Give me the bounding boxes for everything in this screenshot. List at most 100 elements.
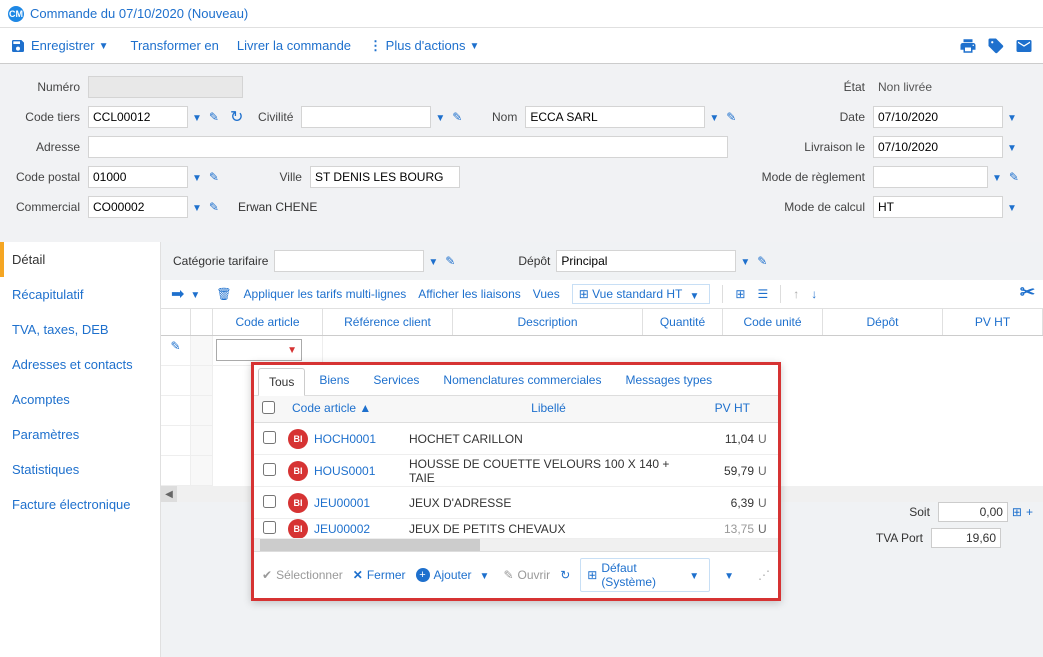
add-button[interactable]: +Ajouter▼ — [416, 568, 494, 582]
chevron-down-icon[interactable]: ▼ — [988, 173, 1006, 184]
refresh-icon[interactable]: ↻ — [560, 568, 570, 582]
chevron-down-icon[interactable]: ▼ — [188, 203, 206, 214]
close-button[interactable]: ✕Fermer — [353, 568, 406, 582]
mail-icon[interactable] — [1015, 37, 1033, 55]
print-icon[interactable] — [959, 37, 977, 55]
popup-tab-services[interactable]: Services — [363, 367, 429, 395]
nom-input[interactable] — [525, 106, 705, 128]
col-code-unite[interactable]: Code unité — [723, 309, 823, 335]
popup-col-libelle[interactable]: Libellé — [409, 396, 688, 422]
resize-handle-icon[interactable]: ⋰ — [758, 568, 770, 582]
pencil-icon[interactable]: ✎ — [206, 110, 222, 124]
commercial-input[interactable] — [88, 196, 188, 218]
row-edit-icon[interactable]: ✎ — [161, 336, 191, 366]
civilite-input[interactable] — [301, 106, 431, 128]
numero-input[interactable] — [88, 76, 243, 98]
cp-input[interactable] — [88, 166, 188, 188]
row-handle[interactable] — [191, 366, 213, 396]
chevron-down-icon[interactable]: ▼ — [720, 571, 738, 582]
list-icon[interactable]: ☰ — [757, 287, 768, 301]
view-default-button[interactable]: ⊞ Défaut (Système) ▼ — [580, 558, 710, 592]
livraison-input[interactable] — [873, 136, 1003, 158]
col-pv-ht[interactable]: PV HT — [943, 309, 1043, 335]
chevron-down-icon[interactable]: ▼ — [188, 113, 206, 124]
pencil-icon[interactable]: ✎ — [206, 170, 222, 184]
show-links-link[interactable]: Afficher les liaisons — [418, 287, 521, 301]
more-actions-button[interactable]: ⋮ Plus d'actions ▼ — [369, 38, 483, 54]
popup-row[interactable]: BIJEU00001JEUX D'ADRESSE6,39U — [254, 487, 778, 519]
row-handle[interactable] — [191, 456, 213, 486]
col-code-article[interactable]: Code article — [213, 309, 323, 335]
sidebar-item-facture[interactable]: Facture électronique — [0, 487, 160, 522]
save-button[interactable]: Enregistrer ▼ — [10, 38, 112, 54]
apply-tariffs-link[interactable]: Appliquer les tarifs multi-lignes — [244, 287, 407, 301]
arrow-down-icon[interactable]: ↓ — [811, 287, 817, 301]
pencil-icon[interactable]: ✎ — [754, 254, 770, 268]
adresse-input[interactable] — [88, 136, 728, 158]
sidebar-item-recap[interactable]: Récapitulatif — [0, 277, 160, 312]
chevron-down-icon[interactable]: ▼ — [736, 257, 754, 268]
open-button[interactable]: ✎Ouvrir — [503, 568, 550, 582]
row-handle[interactable] — [191, 336, 213, 366]
deliver-button[interactable]: Livrer la commande — [237, 38, 351, 53]
sidebar-item-stats[interactable]: Statistiques — [0, 452, 160, 487]
chevron-down-icon[interactable]: ▼ — [424, 257, 442, 268]
chevron-down-icon[interactable]: ▼ — [1003, 203, 1021, 214]
popup-tab-nomenclatures[interactable]: Nomenclatures commerciales — [433, 367, 611, 395]
sidebar-item-tva[interactable]: TVA, taxes, DEB — [0, 312, 160, 347]
row-handle[interactable] — [191, 396, 213, 426]
row-handle[interactable] — [191, 426, 213, 456]
popup-row[interactable]: BIHOCH0001HOCHET CARILLON11,04U — [254, 423, 778, 455]
chevron-down-icon[interactable]: ▼ — [186, 290, 204, 301]
popup-row[interactable]: BIHOUS0001HOUSSE DE COUETTE VELOURS 100 … — [254, 455, 778, 487]
plus-icon[interactable]: + — [1026, 505, 1033, 519]
popup-row[interactable]: BIJEU00002JEUX DE PETITS CHEVAUX13,75U — [254, 519, 778, 539]
popup-tab-messages[interactable]: Messages types — [615, 367, 722, 395]
row-checkbox[interactable] — [263, 521, 276, 534]
col-description[interactable]: Description — [453, 309, 643, 335]
chevron-down-icon[interactable]: ▼ — [1003, 113, 1021, 124]
reglement-input[interactable] — [873, 166, 988, 188]
arrow-right-icon[interactable]: ➡ — [171, 284, 184, 304]
chevron-down-icon[interactable]: ▼ — [431, 113, 449, 124]
arrow-up-icon[interactable]: ↑ — [793, 287, 799, 301]
row-checkbox[interactable] — [263, 431, 276, 444]
select-button[interactable]: ✔Sélectionner — [262, 568, 343, 582]
popup-tab-biens[interactable]: Biens — [309, 367, 359, 395]
horizontal-scrollbar[interactable] — [254, 539, 778, 551]
dropdown-trigger-icon[interactable]: ▼ — [287, 345, 297, 356]
trash-icon[interactable]: 🗑 — [216, 287, 231, 301]
col-reference-client[interactable]: Référence client — [323, 309, 453, 335]
transform-button[interactable]: Transformer en — [130, 38, 218, 53]
scroll-left-icon[interactable]: ◀ — [161, 486, 177, 502]
col-quantite[interactable]: Quantité — [643, 309, 723, 335]
ville-input[interactable] — [310, 166, 460, 188]
select-all-checkbox[interactable] — [262, 401, 275, 414]
depot-input[interactable] — [556, 250, 736, 272]
pencil-icon[interactable]: ✎ — [723, 110, 739, 124]
row-checkbox[interactable] — [263, 495, 276, 508]
code-article-cell[interactable]: ▼ — [216, 339, 302, 361]
col-depot[interactable]: Dépôt — [823, 309, 943, 335]
pencil-icon[interactable]: ✎ — [442, 254, 458, 268]
refresh-icon[interactable]: ↻ — [230, 107, 243, 127]
sidebar-item-detail[interactable]: Détail — [0, 242, 160, 277]
popup-tab-tous[interactable]: Tous — [258, 368, 305, 396]
chevron-down-icon[interactable]: ▼ — [188, 173, 206, 184]
code-tiers-input[interactable] — [88, 106, 188, 128]
sidebar-item-adresses[interactable]: Adresses et contacts — [0, 347, 160, 382]
popup-col-pvht[interactable]: PV HT — [688, 396, 758, 422]
tag-icon[interactable] — [987, 37, 1005, 55]
row-checkbox[interactable] — [263, 463, 276, 476]
grid-icon[interactable]: ⊞ — [735, 287, 745, 301]
sidebar-item-parametres[interactable]: Paramètres — [0, 417, 160, 452]
pencil-icon[interactable]: ✎ — [1006, 170, 1022, 184]
chevron-down-icon[interactable]: ▼ — [705, 113, 723, 124]
tools-icon[interactable]: ✂ — [1020, 282, 1035, 303]
categorie-input[interactable] — [274, 250, 424, 272]
view-selector[interactable]: ⊞ Vue standard HT ▼ — [572, 284, 711, 304]
popup-col-code[interactable]: Code article ▲ — [284, 396, 409, 422]
calcul-input[interactable] — [873, 196, 1003, 218]
pencil-icon[interactable]: ✎ — [449, 110, 465, 124]
sidebar-item-acomptes[interactable]: Acomptes — [0, 382, 160, 417]
